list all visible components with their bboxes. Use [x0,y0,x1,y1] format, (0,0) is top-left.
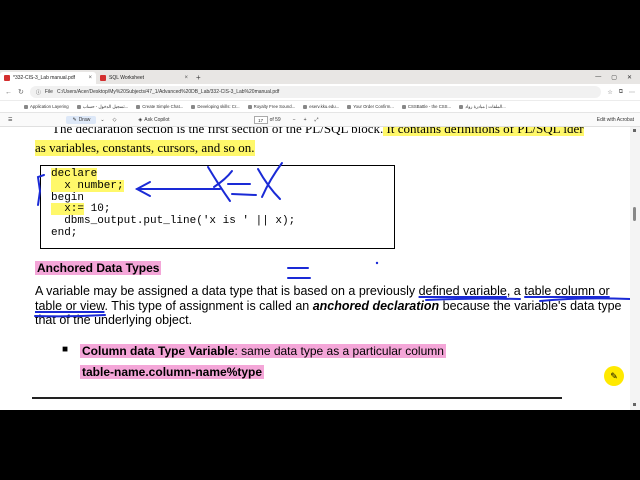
browser-window: *332-CIS-3_Lab manual.pdf × SQL Workshee… [0,70,640,410]
close-icon[interactable]: × [88,75,92,81]
refresh-icon[interactable]: ↻ [18,88,24,96]
sql-icon [100,75,106,81]
url-input[interactable]: ⓘ File C:/Users/Acer/Desktop/My%20Subjec… [29,86,602,98]
page-total: of 59 [269,116,281,123]
ink-dot [375,261,379,265]
browser-actions: ☆ ⧉ ⋯ [607,89,635,96]
bookmark-icon [303,104,308,109]
page-number-input[interactable]: 17 [253,115,268,124]
bookmark-item[interactable]: Create Simple Chat... [136,104,183,109]
menu-icon[interactable]: ⋯ [629,89,635,96]
chevron-down-icon[interactable]: ⌄ [96,117,108,123]
tab-lab-manual[interactable]: *332-CIS-3_Lab manual.pdf × [0,72,96,84]
section-heading: Anchored Data Types [35,261,162,275]
text-line: as variables, constants, cursors, and so… [35,140,255,156]
page-navigator: 17 of 59 [253,115,281,124]
bookmark-item[interactable]: Developing skills: Cr... [191,104,240,109]
contents-icon[interactable]: ☰ [4,117,16,123]
bookmark-item[interactable]: CSSBattle - the CSS... [401,104,451,109]
bookmark-item[interactable]: الملفات | مبادرة رواد... [459,104,506,110]
bookmark-icon [136,104,141,109]
maximize-icon[interactable]: ▢ [611,74,617,81]
folder-icon [459,104,464,109]
address-bar: ← ↻ ⓘ File C:/Users/Acer/Desktop/My%20Su… [0,84,640,101]
bookmark-item[interactable]: تسجيل الدخول - حساب... [76,104,128,110]
copilot-icon: ◈ [138,116,143,123]
pen-cursor-icon: ✎ [604,366,624,386]
url-text: C:/Users/Acer/Desktop/My%20Subjects/47_1… [56,89,280,95]
window-controls: — ▢ ✕ [595,74,640,81]
bookmark-item[interactable]: Application Layering [24,104,69,109]
bookmark-icon [76,104,81,109]
tab-sql-worksheet[interactable]: SQL Worksheet × [96,72,192,84]
back-icon[interactable]: ← [5,89,12,96]
bookmark-item[interactable]: eserv.kku.edu... [303,104,339,109]
tab-strip: *332-CIS-3_Lab manual.pdf × SQL Workshee… [0,70,640,84]
bookmark-icon [401,104,406,109]
new-tab-icon[interactable]: + [192,73,205,82]
edit-with-acrobat-button[interactable]: Edit with Acrobat [593,117,640,123]
bookmark-icon [24,104,28,109]
url-prefix: File [44,89,53,95]
ask-copilot-button[interactable]: ◈ Ask Copilot [134,117,173,123]
zoom-in-icon[interactable]: + [300,117,311,123]
code-block: declare x number; begin x:= 10; dbms_out… [40,165,395,249]
zoom-out-icon[interactable]: − [289,117,300,123]
bullet-icon: ■ [62,344,69,355]
letterbox [0,410,640,480]
star-icon[interactable]: ☆ [607,89,612,96]
pdf-icon [4,75,10,81]
text-line: The declaration section is the first sec… [52,127,584,137]
close-window-icon[interactable]: ✕ [627,74,632,81]
scroll-thumb[interactable] [633,207,636,221]
close-icon[interactable]: × [184,75,188,81]
bookmark-item[interactable]: Your Order Confirm... [347,104,394,109]
bullet-item: Column data Type Variable: same data typ… [80,344,446,358]
divider [32,397,562,399]
paragraph: A variable may be assigned a data type t… [35,284,622,328]
bookmark-item[interactable]: Royalty Free Sound... [247,104,295,109]
pdf-page: The declaration section is the first sec… [0,127,630,410]
tab-label: SQL Worksheet [109,75,145,81]
minimize-icon[interactable]: — [595,74,601,81]
pdf-toolbar: ☰ ✎ Draw ⌄ ◇ ◈ Ask Copilot 17 of 59 − + … [0,113,640,127]
scroll-up-icon[interactable] [633,129,636,132]
eraser-icon[interactable]: ◇ [109,117,121,123]
bookmark-icon [347,104,352,109]
extensions-icon[interactable]: ⧉ [619,89,623,96]
fit-page-icon[interactable]: ⤢ [311,117,323,123]
pen-icon: ✎ [72,116,77,123]
bookmarks-bar: Application Layering تسجيل الدخول - حساب… [0,101,640,113]
tab-label: *332-CIS-3_Lab manual.pdf [13,75,75,81]
info-icon: ⓘ [35,89,41,96]
bookmark-icon [247,104,252,109]
draw-button[interactable]: ✎ Draw [66,115,97,124]
syntax-line: table-name.column-name%type [80,365,265,379]
scroll-down-icon[interactable] [633,403,636,406]
bookmark-icon [191,104,196,109]
scrollbar[interactable] [630,127,640,410]
